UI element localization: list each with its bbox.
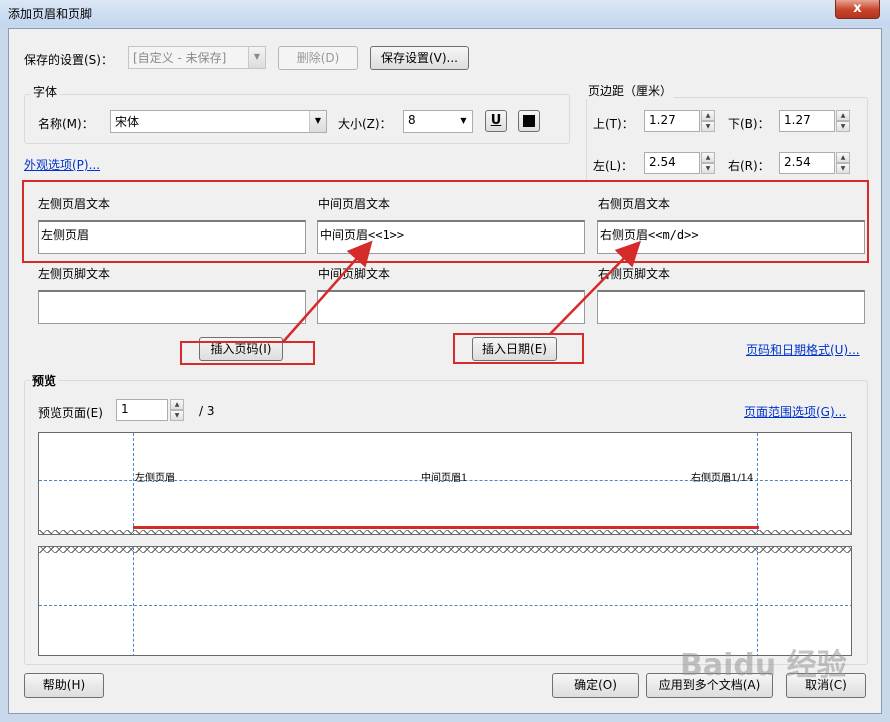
arrow-to-center-header [282, 240, 373, 343]
watermark: Baidu 经验 [680, 648, 847, 683]
annotation-arrows [282, 240, 641, 343]
arrow-to-right-header [549, 240, 641, 335]
